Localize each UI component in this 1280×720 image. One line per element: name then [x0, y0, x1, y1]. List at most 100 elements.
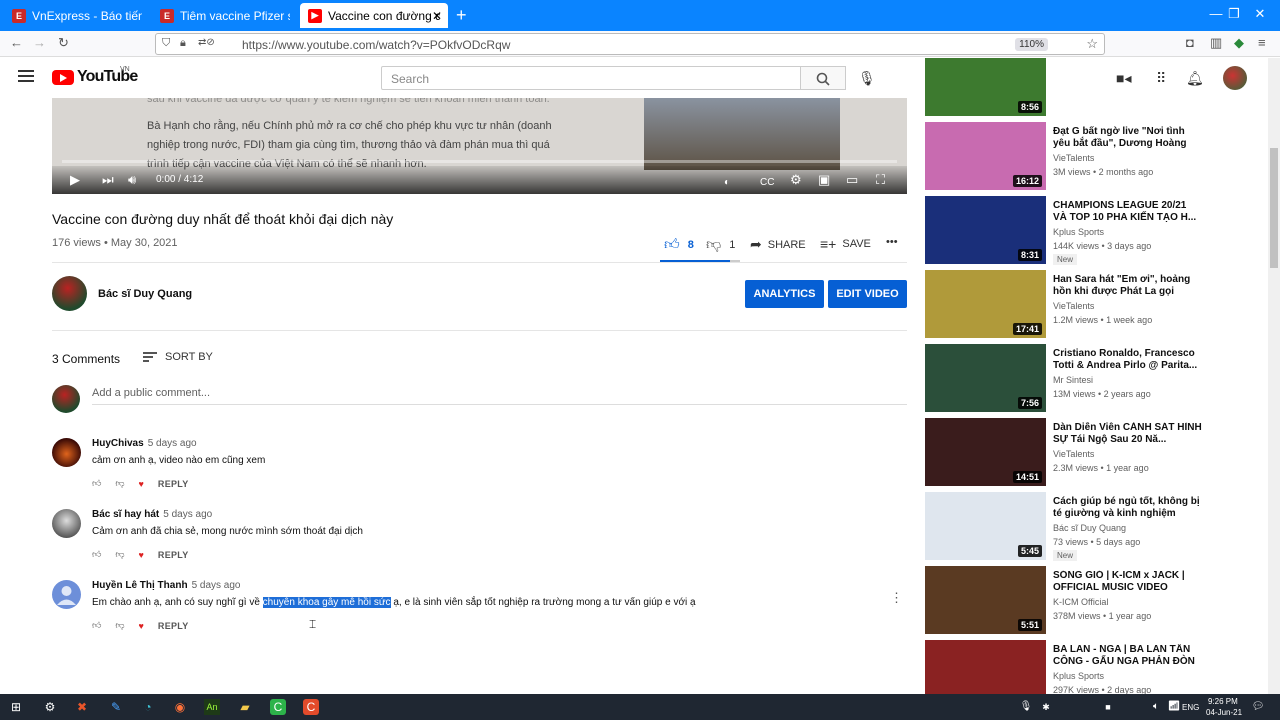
edge-browser-icon[interactable]: ◔: [140, 699, 156, 715]
notifications-icon[interactable]: 💬︎: [1250, 699, 1266, 715]
tab-vnexpress[interactable]: E VnExpress - Báo tiếng Việt: [4, 3, 150, 28]
reply-button[interactable]: REPLY: [158, 621, 189, 631]
creator-heart-icon[interactable]: ♥: [139, 550, 144, 560]
related-video-channel[interactable]: VieTalents: [1053, 153, 1094, 163]
comment-menu-icon[interactable]: ⋮: [890, 590, 903, 606]
adobe-animate-icon[interactable]: An: [204, 699, 220, 715]
tab-youtube-active[interactable]: ▶ Vaccine con đường duy n ✕: [300, 3, 448, 28]
comment-date[interactable]: 5 days ago: [163, 509, 212, 520]
theater-mode-icon[interactable]: ▭: [846, 172, 858, 188]
save-button[interactable]: ≡+ SAVE: [820, 236, 871, 252]
search-input[interactable]: Search: [381, 66, 801, 90]
play-icon[interactable]: ▶: [70, 172, 80, 188]
related-video-channel[interactable]: Bác sĩ Duy Quang: [1053, 523, 1126, 533]
related-video-item[interactable]: 7:56 Cristiano Ronaldo, Francesco Totti &…: [925, 344, 1270, 414]
comment-author[interactable]: Bác sĩ hay hát 5 days ago: [92, 509, 212, 520]
next-icon[interactable]: ⏭︎: [102, 172, 114, 188]
comment-date[interactable]: 5 days ago: [148, 438, 197, 449]
tab-pfizer[interactable]: E Tiêm vaccine Pfizer sau h: [152, 3, 298, 28]
video-thumbnail[interactable]: 5:51: [925, 566, 1046, 634]
related-video-title[interactable]: Cristiano Ronaldo, Francesco Totti & And…: [1053, 348, 1203, 372]
related-video-channel[interactable]: K-ICM Official: [1053, 597, 1108, 607]
tray-icons[interactable]: 🎙︎: [1018, 699, 1034, 715]
related-video-title[interactable]: Dàn Diễn Viên CẢNH SÁT HÌNH SỰ Tái Ngộ S…: [1053, 422, 1203, 446]
comment-avatar[interactable]: [52, 438, 81, 467]
related-video-item[interactable]: 8:56: [925, 48, 1270, 118]
volume-tray-icon[interactable]: 🔈︎: [1148, 699, 1164, 715]
video-thumbnail[interactable]: 8:31: [925, 196, 1046, 264]
video-player[interactable]: sau khi vaccine đã được cơ quan y tế kiể…: [52, 98, 907, 194]
reply-button[interactable]: REPLY: [158, 479, 189, 489]
video-thumbnail[interactable]: 14:51: [925, 418, 1046, 486]
lock-icon[interactable]: 🔒︎: [180, 37, 186, 50]
related-video-item[interactable]: 5:45 Cách giúp bé ngủ tốt, không bị té gi…: [925, 492, 1270, 562]
video-thumbnail[interactable]: 7:56: [925, 344, 1046, 412]
clock-date[interactable]: 04-Jun-21: [1206, 708, 1242, 717]
related-video-title[interactable]: Han Sara hát "Em ơi", hoảng hồn khi được…: [1053, 274, 1203, 298]
scrollbar[interactable]: [1268, 58, 1280, 694]
channel-name[interactable]: Bác sĩ Duy Quang: [98, 288, 192, 300]
video-thumbnail[interactable]: 8:56: [925, 58, 1046, 116]
new-tab-icon[interactable]: +: [456, 5, 467, 26]
thumbs-down-icon[interactable]: 👎︎: [115, 478, 124, 489]
reload-icon[interactable]: ↻: [58, 35, 69, 51]
related-video-channel[interactable]: Mr Sintesi: [1053, 375, 1093, 385]
related-video-item[interactable]: 14:51 Dàn Diễn Viên CẢNH SÁT HÌNH SỰ Tái …: [925, 418, 1270, 488]
fullscreen-icon[interactable]: ⛶: [876, 172, 885, 188]
more-actions-button[interactable]: •••: [886, 236, 898, 248]
windows-start-icon[interactable]: ⊞: [8, 699, 24, 715]
thumbs-up-icon[interactable]: 👍︎: [92, 620, 101, 631]
related-video-channel[interactable]: Kplus Sports: [1053, 227, 1104, 237]
progress-bar[interactable]: [62, 160, 897, 163]
like-button[interactable]: 👍︎ 8: [664, 236, 694, 254]
related-video-item[interactable]: 17:41 Han Sara hát "Em ơi", hoảng hồn khi…: [925, 270, 1270, 340]
dislike-button[interactable]: 👎︎ 1: [706, 236, 735, 254]
microphone-icon[interactable]: 🎙︎: [858, 70, 876, 87]
related-video-channel[interactable]: VieTalents: [1053, 449, 1094, 459]
related-video-channel[interactable]: Kplus Sports: [1053, 671, 1104, 681]
tray-icons[interactable]: ■: [1100, 699, 1116, 715]
thumbs-down-icon[interactable]: 👎︎: [115, 620, 124, 631]
close-window-icon[interactable]: ✕: [1240, 6, 1280, 22]
back-icon[interactable]: ←: [10, 35, 23, 50]
creator-heart-icon[interactable]: ♥: [139, 479, 144, 489]
wifi-icon[interactable]: 📶︎: [1166, 699, 1182, 715]
miniplayer-icon[interactable]: ▣: [818, 172, 830, 188]
reply-button[interactable]: REPLY: [158, 550, 189, 560]
comment-author[interactable]: HuyChivas 5 days ago: [92, 438, 197, 449]
comment-avatar[interactable]: [52, 509, 81, 538]
app-pen-icon[interactable]: ✎: [108, 699, 124, 715]
language-indicator[interactable]: ENG: [1182, 703, 1199, 712]
related-video-item[interactable]: 16:12 Đạt G bất ngờ live "Nơi tình yêu bắ…: [925, 122, 1270, 192]
related-video-item[interactable]: 8:31 CHAMPIONS LEAGUE 20/21 VÀ TOP 10 PHA…: [925, 196, 1270, 266]
thumbs-up-icon[interactable]: 👍︎: [92, 478, 101, 489]
related-video-title[interactable]: SÓNG GIÓ | K-ICM x JACK | OFFICIAL MUSIC…: [1053, 570, 1203, 594]
sort-by-button[interactable]: SORT BY: [143, 351, 213, 363]
clock-time[interactable]: 9:26 PM: [1208, 697, 1238, 706]
share-button[interactable]: ➦ SHARE: [750, 236, 806, 253]
firefox-browser-icon[interactable]: ◉: [172, 699, 188, 715]
video-thumbnail[interactable]: 5:45: [925, 492, 1046, 560]
close-tab-icon[interactable]: ✕: [432, 9, 442, 23]
creator-heart-icon[interactable]: ♥: [139, 621, 144, 631]
video-thumbnail[interactable]: 17:41: [925, 270, 1046, 338]
comment-author[interactable]: Huyền Lê Thị Thanh 5 days ago: [92, 580, 241, 591]
related-video-title[interactable]: CHAMPIONS LEAGUE 20/21 VÀ TOP 10 PHA KIẾ…: [1053, 200, 1203, 224]
related-video-title[interactable]: Cách giúp bé ngủ tốt, không bị té giường…: [1053, 496, 1203, 520]
related-video-item[interactable]: 5:51 SÓNG GIÓ | K-ICM x JACK | OFFICIAL M…: [925, 566, 1270, 636]
volume-icon[interactable]: 🔊︎: [128, 172, 136, 188]
tray-icons[interactable]: ✱: [1038, 699, 1054, 715]
youtube-logo[interactable]: YouTube VN: [52, 66, 138, 86]
related-video-channel[interactable]: VieTalents: [1053, 301, 1094, 311]
related-video-title[interactable]: BA LAN - NGA | BA LAN TẤN CÔNG - GẤU NGA…: [1053, 644, 1203, 668]
settings-gear-icon[interactable]: ⚙: [790, 172, 802, 188]
video-thumbnail[interactable]: 16:12: [925, 122, 1046, 190]
forward-icon[interactable]: →: [33, 35, 46, 50]
search-button[interactable]: [800, 66, 846, 90]
related-video-title[interactable]: Đạt G bất ngờ live "Nơi tình yêu bắt đầu…: [1053, 126, 1203, 150]
comment-date[interactable]: 5 days ago: [192, 580, 241, 591]
scrollbar-thumb[interactable]: [1270, 148, 1278, 268]
subtitles-icon[interactable]: CC: [760, 177, 774, 188]
file-explorer-icon[interactable]: ▰: [237, 699, 253, 715]
channel-avatar[interactable]: [52, 276, 87, 311]
